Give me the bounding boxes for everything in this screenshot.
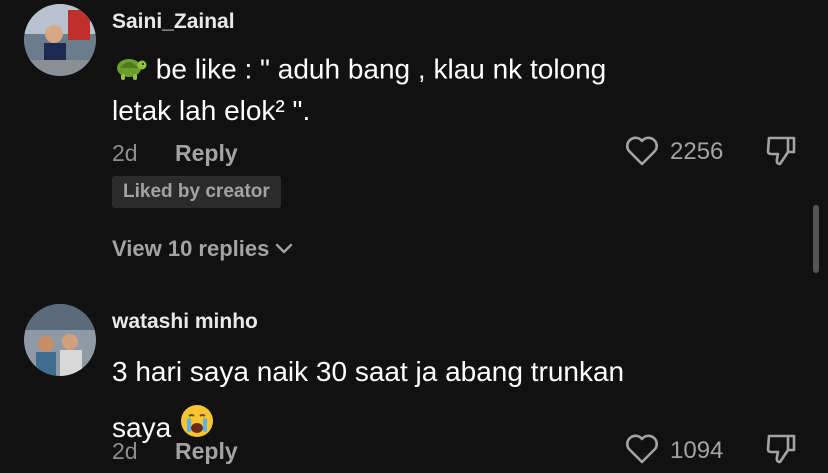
comment-text-line2: letak lah elok² ". — [112, 95, 311, 126]
like-count: 1094 — [670, 437, 724, 464]
scrollbar[interactable] — [813, 205, 819, 273]
turtle-emoji-icon — [112, 50, 148, 92]
dislike-icon[interactable] — [764, 134, 798, 168]
reply-button[interactable]: Reply — [175, 438, 238, 465]
comment-age: 2d — [112, 438, 138, 464]
comment-age: 2d — [112, 140, 138, 166]
dislike-icon[interactable] — [764, 432, 798, 466]
view-replies-button[interactable]: View 10 replies — [112, 236, 293, 262]
comment-text-line1: 3 hari saya naik 30 saat ja abang trunka… — [112, 356, 625, 387]
view-replies-label: View 10 replies — [112, 236, 270, 261]
like-count: 2256 — [670, 138, 724, 165]
comment-username[interactable]: Saini_Zainal — [112, 10, 235, 34]
heart-icon[interactable] — [625, 136, 659, 166]
comment-text-line1: be like : " aduh bang , klau nk tolong — [148, 53, 607, 85]
comment-text: be like : " aduh bang , klau nk tolong l… — [112, 50, 712, 130]
avatar[interactable] — [24, 4, 96, 76]
avatar[interactable] — [24, 304, 96, 376]
heart-icon[interactable] — [625, 434, 659, 464]
comment-username[interactable]: watashi minho — [112, 310, 258, 334]
chevron-down-icon — [276, 243, 293, 254]
liked-by-creator-badge: Liked by creator — [112, 176, 281, 208]
reply-button[interactable]: Reply — [175, 140, 238, 167]
